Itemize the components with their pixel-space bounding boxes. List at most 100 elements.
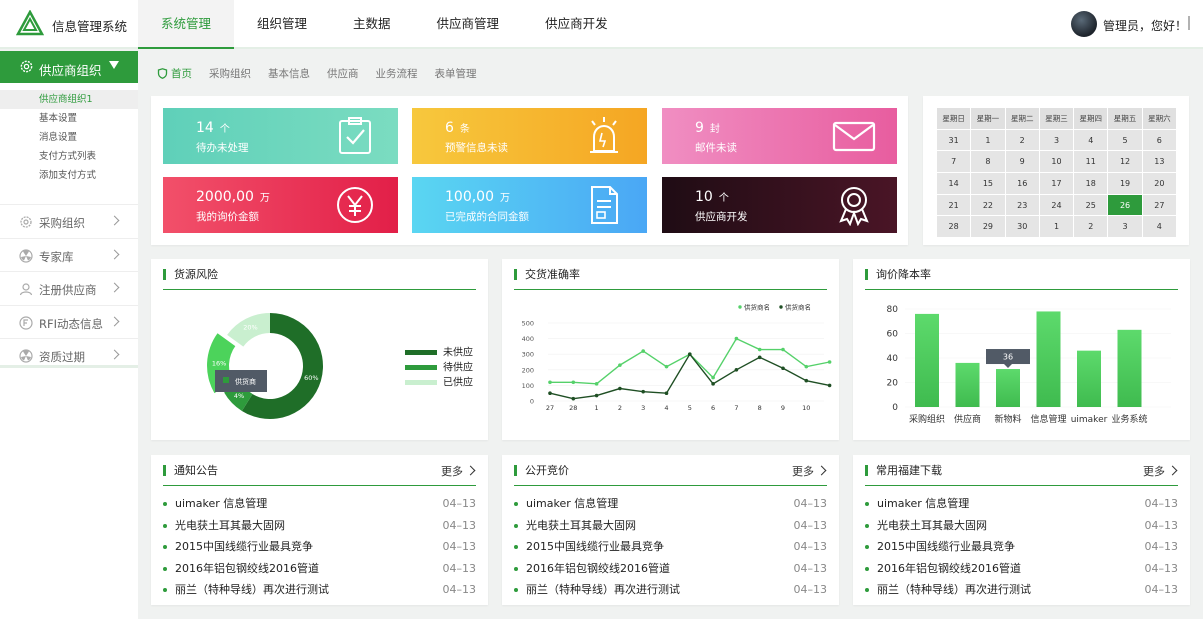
- data-point[interactable]: [618, 386, 622, 391]
- calendar-day[interactable]: 3: [1107, 215, 1143, 239]
- power-icon[interactable]: [1182, 14, 1196, 32]
- nav-item-org-management[interactable]: 组织管理: [234, 0, 330, 49]
- data-point[interactable]: [804, 364, 809, 369]
- calendar-day[interactable]: 28: [935, 215, 972, 239]
- triangle-logo-icon[interactable]: [16, 10, 44, 38]
- stat-card-inquiry-amount[interactable]: 2000,00 万 我的询价金额: [163, 177, 398, 233]
- more-link[interactable]: 更多: [441, 463, 474, 479]
- data-point[interactable]: [664, 364, 669, 369]
- sidebar-header-supplier-org[interactable]: 供应商组织: [0, 51, 138, 83]
- list-item[interactable]: 丽兰（特种导线）再次进行测试 04–13: [514, 579, 827, 601]
- calendar-day[interactable]: 25: [1073, 193, 1109, 217]
- data-point[interactable]: [827, 383, 832, 388]
- sub-item-add-payment[interactable]: 添加支付方式: [0, 166, 138, 185]
- breadcrumb-home[interactable]: 首页: [157, 66, 192, 81]
- calendar-day[interactable]: 6: [1141, 128, 1178, 152]
- list-item[interactable]: uimaker 信息管理 04–13: [163, 493, 476, 515]
- stat-card-warning[interactable]: 6条 预警信息未读: [412, 108, 647, 164]
- nav-item-system-management[interactable]: 系统管理: [138, 0, 235, 49]
- calendar-day[interactable]: 20: [1141, 172, 1178, 195]
- data-point[interactable]: [734, 336, 739, 341]
- sidebar-item-register-supplier[interactable]: 注册供应商: [0, 271, 138, 305]
- breadcrumb-basic-info[interactable]: 基本信息: [268, 66, 310, 81]
- data-point[interactable]: [711, 375, 715, 380]
- list-item[interactable]: 2015中国线缆行业最具竞争 04–13: [865, 536, 1178, 558]
- calendar-day[interactable]: 16: [1004, 172, 1040, 195]
- breadcrumb-purchase-org[interactable]: 采购组织: [209, 66, 251, 81]
- calendar-day[interactable]: 21: [935, 193, 972, 217]
- nav-item-master-data[interactable]: 主数据: [330, 0, 414, 49]
- breadcrumb-form-management[interactable]: 表单管理: [435, 66, 477, 81]
- calendar-day[interactable]: 13: [1141, 150, 1178, 174]
- data-point[interactable]: [781, 347, 785, 352]
- calendar-day[interactable]: 31: [935, 128, 972, 152]
- sidebar-item-rfi-info[interactable]: RFI动态信息: [0, 304, 138, 339]
- bar[interactable]: [955, 362, 980, 407]
- sub-item-basic-settings[interactable]: 基本设置: [0, 109, 138, 128]
- more-link[interactable]: 更多: [792, 463, 825, 479]
- stat-card-mail[interactable]: 9封 邮件未读: [662, 108, 897, 164]
- data-point[interactable]: [641, 349, 645, 353]
- calendar-day[interactable]: 2: [1004, 128, 1040, 152]
- avatar[interactable]: [1071, 11, 1097, 37]
- stat-card-todo[interactable]: 14 个 待办未处理: [163, 108, 398, 164]
- data-point[interactable]: [641, 389, 645, 394]
- calendar-day[interactable]: 23: [1004, 193, 1040, 217]
- nav-item-supplier-management[interactable]: 供应商管理: [414, 0, 523, 49]
- calendar-day[interactable]: 18: [1073, 172, 1109, 195]
- bar[interactable]: [1036, 311, 1061, 407]
- list-item[interactable]: 光电获土耳其最大固网 04–13: [514, 515, 827, 537]
- list-item[interactable]: 光电获土耳其最大固网 04–13: [163, 515, 476, 537]
- calendar-day[interactable]: 1: [1038, 215, 1075, 239]
- data-point[interactable]: [734, 368, 739, 372]
- user-greeting[interactable]: 管理员，您好！: [1103, 17, 1187, 34]
- calendar-day[interactable]: 4: [1073, 128, 1109, 152]
- calendar-day[interactable]: 15: [970, 172, 1006, 195]
- list-item[interactable]: 2016年铝包钢绞线2016管道 04–13: [865, 558, 1178, 580]
- calendar-day[interactable]: 19: [1107, 172, 1143, 195]
- data-point[interactable]: [618, 363, 622, 367]
- calendar-day[interactable]: 14: [935, 172, 972, 195]
- list-item[interactable]: 2016年铝包钢绞线2016管道 04–13: [514, 558, 827, 580]
- calendar-day[interactable]: 29: [970, 215, 1006, 239]
- more-link[interactable]: 更多: [1143, 463, 1176, 479]
- calendar-day[interactable]: 17: [1038, 172, 1075, 195]
- sub-item-payment-list[interactable]: 支付方式列表: [0, 147, 138, 166]
- calendar-day[interactable]: 22: [970, 193, 1006, 217]
- calendar-day[interactable]: 26: [1107, 193, 1143, 217]
- calendar-day[interactable]: 24: [1038, 193, 1075, 217]
- calendar-day[interactable]: 7: [935, 150, 972, 174]
- data-point[interactable]: [548, 391, 552, 395]
- sub-item-supplier-org-1[interactable]: 供应商组织1: [0, 90, 138, 109]
- sidebar-item-expert-library[interactable]: 专家库: [0, 237, 138, 272]
- list-item[interactable]: 2015中国线缆行业最具竞争 04–13: [163, 536, 476, 558]
- breadcrumb-workflow[interactable]: 业务流程: [376, 66, 418, 81]
- data-point[interactable]: [594, 382, 599, 386]
- calendar-day[interactable]: 3: [1038, 128, 1075, 152]
- bar[interactable]: [915, 313, 939, 407]
- sidebar-item-purchase-org[interactable]: 采购组织: [0, 204, 138, 238]
- calendar-day[interactable]: 27: [1141, 193, 1178, 217]
- list-item[interactable]: 2016年铝包钢绞线2016管道 04–13: [163, 558, 476, 580]
- bar[interactable]: [1117, 329, 1142, 407]
- calendar-day[interactable]: 1: [970, 128, 1006, 152]
- list-item[interactable]: 丽兰（特种导线）再次进行测试 04–13: [163, 579, 476, 601]
- breadcrumb-supplier[interactable]: 供应商: [327, 66, 359, 81]
- sub-item-message-settings[interactable]: 消息设置: [0, 128, 138, 147]
- calendar-day[interactable]: 5: [1107, 128, 1143, 152]
- data-point[interactable]: [757, 355, 762, 360]
- calendar-day[interactable]: 2: [1073, 215, 1109, 239]
- calendar-day[interactable]: 12: [1107, 150, 1143, 174]
- calendar-day[interactable]: 10: [1038, 150, 1075, 174]
- data-point[interactable]: [571, 396, 576, 401]
- list-item[interactable]: uimaker 信息管理 04–13: [514, 493, 827, 515]
- data-point[interactable]: [688, 352, 692, 356]
- calendar-day[interactable]: 11: [1073, 150, 1109, 174]
- data-point[interactable]: [548, 380, 552, 385]
- bar[interactable]: [996, 369, 1020, 407]
- data-point[interactable]: [804, 378, 809, 383]
- data-point[interactable]: [757, 347, 762, 352]
- list-item[interactable]: uimaker 信息管理 04–13: [865, 493, 1178, 515]
- data-point[interactable]: [711, 382, 715, 386]
- stat-card-supplier-dev[interactable]: 10 个 供应商开发: [662, 177, 897, 233]
